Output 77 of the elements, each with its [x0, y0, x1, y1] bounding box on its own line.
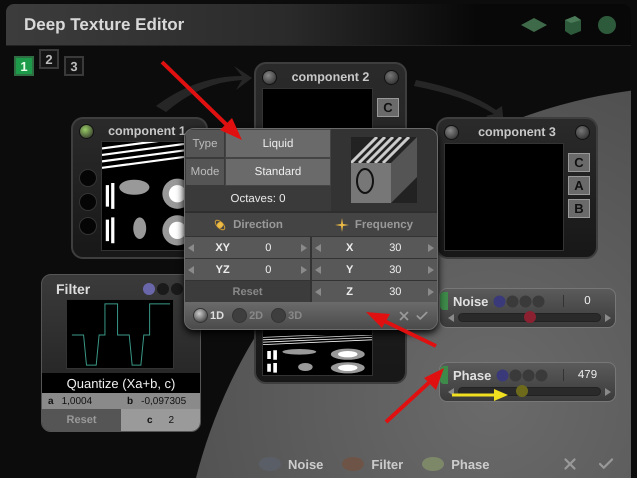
component-title: component 2	[292, 70, 370, 84]
axis-value: 0	[264, 264, 272, 276]
annotation-arrow	[366, 312, 437, 348]
side-button[interactable]: B	[568, 199, 590, 218]
page-tab[interactable]: 2	[39, 49, 59, 69]
axis-label: XY	[214, 242, 231, 254]
check-icon[interactable]	[415, 308, 429, 322]
right-arrow-icon[interactable]	[605, 388, 611, 396]
slider-value: 0	[563, 295, 611, 307]
octaves-field[interactable]: Octaves: 0	[185, 186, 331, 211]
side-button[interactable]: C	[377, 98, 399, 117]
spark-icon	[334, 218, 349, 232]
parameter-field[interactable]: a 1,0004	[42, 393, 121, 409]
dimension-radio[interactable]: 1D	[193, 308, 224, 323]
layer-button[interactable]: Noise	[258, 456, 324, 472]
knob-icon[interactable]	[384, 70, 399, 84]
reset-button[interactable]: Reset	[185, 281, 310, 302]
parameter-field[interactable]: b -0,097305	[121, 393, 200, 409]
slider-label: Noise	[453, 294, 488, 308]
slider-label: Phase	[453, 368, 492, 382]
socket-icon[interactable]	[79, 169, 97, 188]
window-title: Deep Texture Editor	[24, 14, 184, 34]
slider-track[interactable]	[458, 313, 601, 322]
right-arrow-icon[interactable]	[428, 244, 434, 252]
mode-label: Mode	[185, 158, 225, 186]
stepper-control[interactable]: Y 30	[312, 259, 437, 280]
axis-label: X	[344, 242, 354, 254]
knob-icon[interactable]	[262, 70, 277, 84]
axis-value: 30	[388, 264, 402, 276]
atom-icon	[213, 218, 228, 232]
stepper-control[interactable]: XY 0	[185, 237, 310, 258]
slider-value: 479	[563, 369, 611, 381]
layer-button[interactable]: Filter	[341, 456, 404, 472]
slider-track[interactable]	[458, 387, 601, 396]
texture-preview-drawing	[351, 137, 417, 203]
slider-handle[interactable]	[440, 292, 448, 310]
side-button[interactable]: C	[568, 153, 590, 172]
close-icon[interactable]	[397, 308, 411, 322]
type-label: Type	[185, 129, 225, 158]
direction-heading: Direction	[233, 218, 283, 230]
axis-label: YZ	[214, 264, 231, 276]
socket-icon[interactable]	[79, 217, 97, 236]
stepper-control[interactable]: X 30	[312, 237, 437, 258]
axis-value: 30	[388, 286, 402, 298]
axis-label: Z	[345, 286, 354, 298]
side-button[interactable]: A	[568, 176, 590, 195]
mode-dropdown[interactable]: Standard	[225, 158, 331, 186]
active-led-icon[interactable]	[79, 124, 94, 139]
slider-thumb[interactable]	[524, 311, 536, 323]
parameter-field[interactable]: c 2	[121, 409, 200, 431]
sphere-icon[interactable]	[597, 14, 617, 34]
slider-thumb[interactable]	[516, 385, 528, 397]
axis-label: Y	[344, 264, 354, 276]
socket-icon[interactable]	[79, 193, 97, 212]
knob-icon[interactable]	[574, 124, 590, 140]
page-tab[interactable]: 1	[14, 56, 34, 76]
right-arrow-icon[interactable]	[605, 314, 611, 322]
type-dropdown[interactable]: Liquid	[225, 129, 331, 158]
reset-button[interactable]: Reset	[42, 409, 121, 431]
knob-icon[interactable]	[444, 124, 459, 140]
right-arrow-icon[interactable]	[428, 266, 434, 274]
indicator-dots-icon	[493, 294, 546, 308]
page-tab[interactable]: 3	[64, 56, 84, 76]
axis-value: 30	[388, 242, 402, 254]
annotation-arrow	[384, 368, 444, 424]
stepper-control[interactable]: YZ 0	[185, 259, 310, 280]
component-title: component 3	[478, 125, 556, 139]
diamond-icon[interactable]	[521, 18, 547, 32]
axis-value: 0	[264, 242, 272, 254]
annotation-arrow	[452, 389, 508, 401]
stepper-control[interactable]: Z 30	[312, 281, 437, 302]
filter-title: Filter	[56, 281, 90, 297]
layer-button[interactable]: Phase	[421, 456, 490, 472]
indicator-dots-icon	[496, 368, 548, 382]
frequency-heading: Frequency	[354, 218, 414, 230]
function-label: Quantize (Xa+b, c)	[42, 373, 200, 393]
component-title: component 1	[108, 124, 186, 138]
